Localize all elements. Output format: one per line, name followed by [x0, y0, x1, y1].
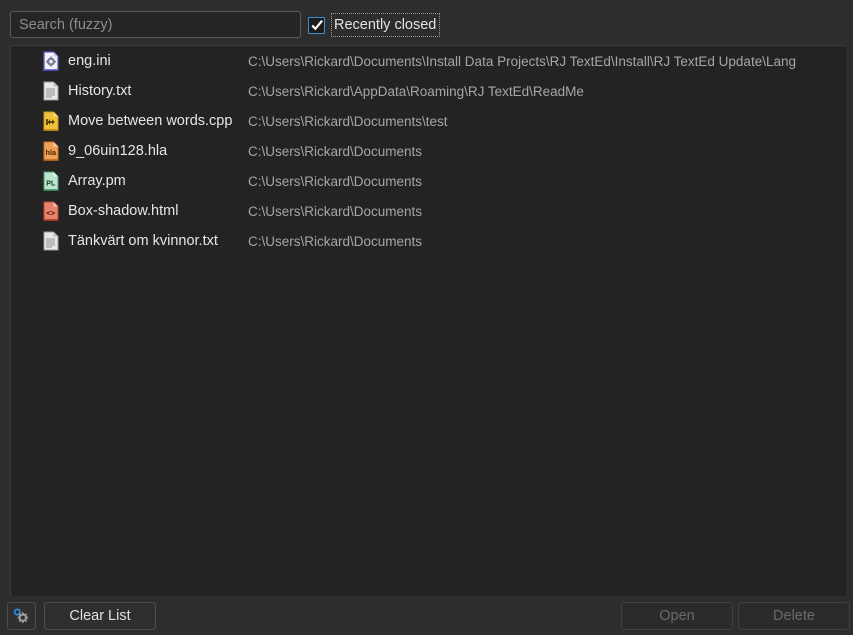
file-path: C:\Users\Rickard\Documents\Install Data … — [248, 53, 796, 69]
file-list-row[interactable]: Move between words.cpp C:\Users\Rickard\D… — [11, 106, 846, 136]
checkmark-icon — [311, 19, 323, 30]
search-input[interactable] — [10, 11, 301, 38]
svg-text:hla: hla — [45, 148, 57, 157]
gear-icon — [12, 608, 28, 623]
file-name: eng.ini — [68, 53, 111, 69]
file-path: C:\Users\Rickard\Documents — [248, 173, 423, 189]
checkbox-box[interactable] — [308, 16, 325, 34]
file-path: C:\Users\Rickard\Documents — [248, 203, 423, 219]
file-name: Tänkvärt om kvinnor.txt — [68, 233, 218, 249]
file-path: C:\Users\Rickard\Documents\test — [248, 113, 448, 129]
file-path: C:\Users\Rickard\Documents — [248, 143, 423, 159]
hla-file-icon: hla — [43, 141, 59, 161]
file-list-row[interactable]: History.txt C:\Users\Rickard\AppData\Roam… — [11, 76, 846, 106]
file-path: C:\Users\Rickard\Documents — [248, 233, 423, 249]
file-name: Move between words.cpp — [68, 113, 233, 129]
file-name: History.txt — [68, 83, 132, 99]
open-button[interactable]: Open — [621, 602, 733, 630]
file-name: Array.pm — [68, 173, 126, 189]
file-list-row[interactable]: <> Box-shadow.html C:\Users\Rickard\Docume… — [11, 196, 846, 226]
recently-closed-checkbox[interactable]: Recently closed — [308, 13, 441, 37]
recent-files-list[interactable]: eng.ini C:\Users\Rickard\Documents\Instal… — [10, 45, 846, 597]
settings-button[interactable] — [7, 602, 36, 630]
file-list-row[interactable]: hla 9_06uin128.hla C:\Users\Rickard\Docume… — [11, 136, 846, 166]
svg-text:PL: PL — [46, 179, 56, 188]
file-name: Box-shadow.html — [68, 203, 179, 219]
file-list-row[interactable]: eng.ini C:\Users\Rickard\Documents\Instal… — [11, 46, 846, 76]
delete-button[interactable]: Delete — [738, 602, 850, 630]
clear-list-button[interactable]: Clear List — [44, 602, 156, 630]
file-list-row[interactable]: PL Array.pm C:\Users\Rickard\Documents — [11, 166, 846, 196]
cpp-file-icon — [43, 111, 59, 131]
file-name: 9_06uin128.hla — [68, 143, 168, 159]
top-toolbar: Recently closed — [0, 0, 853, 45]
html-file-icon: <> — [43, 201, 59, 221]
file-path: C:\Users\Rickard\AppData\Roaming\RJ Text… — [248, 83, 584, 99]
perl-file-icon: PL — [43, 171, 59, 191]
file-list-row[interactable]: Tänkvärt om kvinnor.txt C:\Users\Rickard\… — [11, 226, 846, 256]
ini-file-icon — [43, 51, 59, 71]
svg-text:<>: <> — [46, 208, 55, 217]
text-file-icon — [43, 231, 59, 251]
recently-closed-label: Recently closed — [331, 13, 441, 37]
text-file-icon — [43, 81, 59, 101]
